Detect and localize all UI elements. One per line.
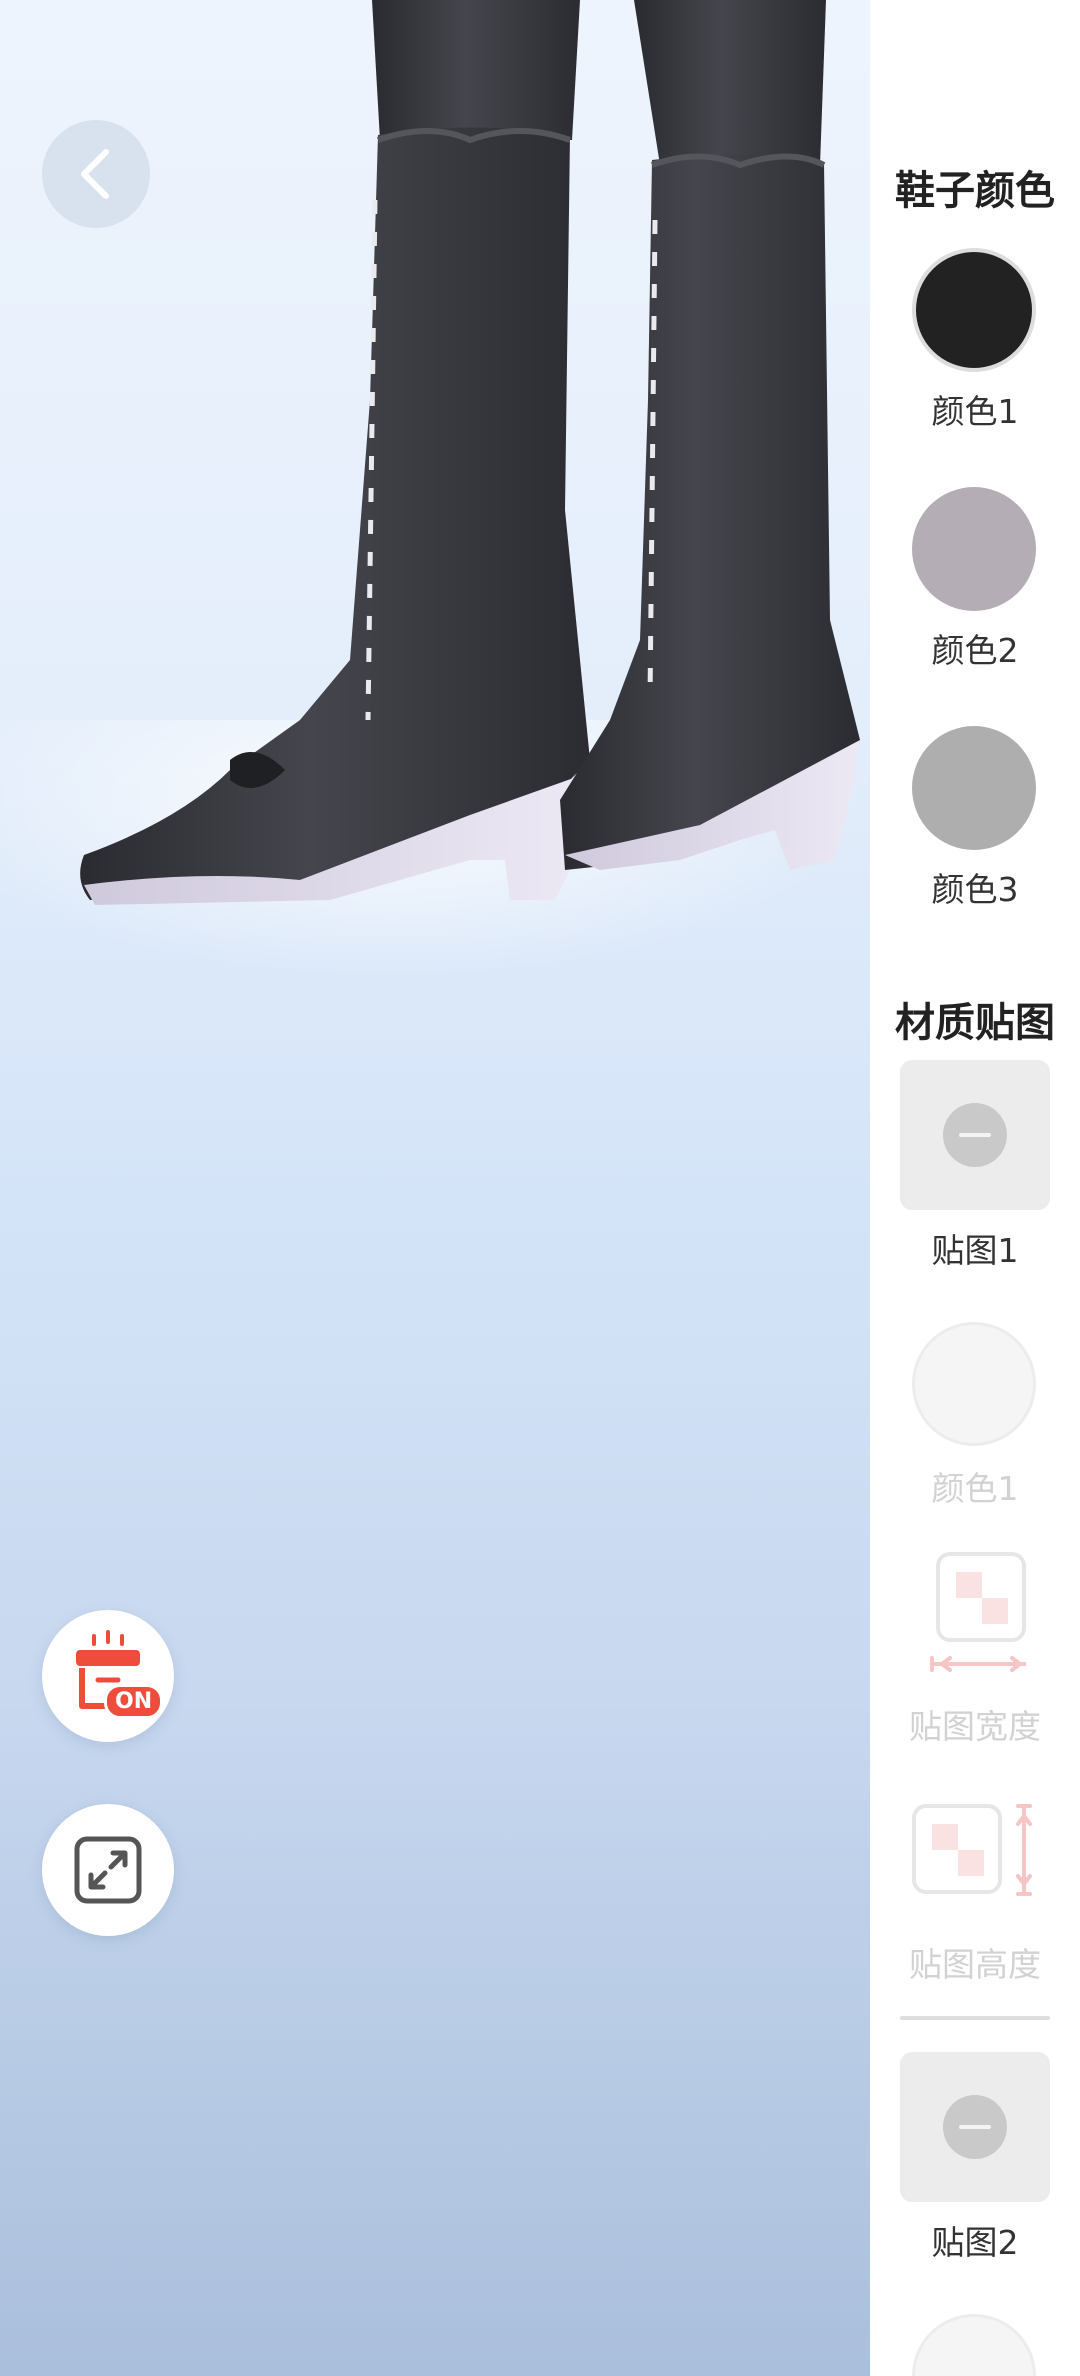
boots-3d-model xyxy=(80,0,860,905)
color-swatch-2[interactable] xyxy=(912,487,1036,611)
color-swatch-1[interactable] xyxy=(912,248,1036,372)
minus-circle-icon xyxy=(943,1103,1007,1167)
color-swatch-3[interactable] xyxy=(912,726,1036,850)
texture-2-color-swatch xyxy=(912,2314,1036,2376)
chevron-left-icon xyxy=(81,149,109,199)
storage-toggle-button[interactable]: ON xyxy=(42,1610,174,1742)
texture-1-color-swatch xyxy=(912,1322,1036,1446)
texture-height-label: 贴图高度 xyxy=(909,1945,1041,1984)
texture-2-tile[interactable] xyxy=(900,2052,1050,2202)
texture-width-icon xyxy=(930,1552,1026,1672)
color-swatch-1-label: 颜色1 xyxy=(931,392,1019,431)
color-swatch-2-label: 颜色2 xyxy=(931,631,1019,670)
back-button[interactable] xyxy=(42,120,150,228)
texture-height-icon xyxy=(912,1804,1032,1896)
minus-circle-icon xyxy=(943,2095,1007,2159)
shoe-color-title: 鞋子颜色 xyxy=(895,168,1055,214)
material-texture-title: 材质贴图 xyxy=(895,1000,1055,1046)
color-swatch-3-label: 颜色3 xyxy=(931,870,1019,909)
texture-1-color-label: 颜色1 xyxy=(931,1469,1019,1508)
texture-1-tile[interactable] xyxy=(900,1060,1050,1210)
storage-on-badge: ON xyxy=(104,1684,164,1719)
panel-divider xyxy=(900,2016,1050,2020)
expand-arrows-icon xyxy=(74,1836,142,1904)
texture-1-label: 贴图1 xyxy=(931,1231,1019,1270)
fullscreen-button[interactable] xyxy=(42,1804,174,1936)
texture-2-label: 贴图2 xyxy=(931,2223,1019,2262)
avatar-3d-viewport[interactable]: ON xyxy=(0,0,870,2376)
texture-width-label: 贴图宽度 xyxy=(909,1707,1041,1746)
customization-panel[interactable]: 鞋子颜色 颜色1 颜色2 颜色3 材质贴图 贴图1 颜色1 贴图宽度 贴图高度 … xyxy=(870,0,1080,2376)
